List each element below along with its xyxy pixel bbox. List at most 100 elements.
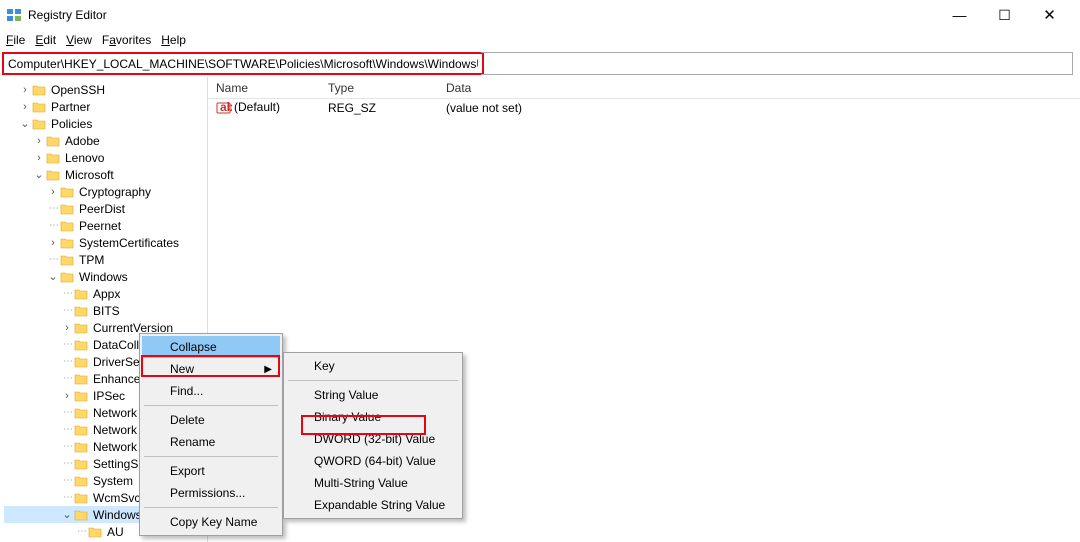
menu-item-string-value[interactable]: String Value	[286, 384, 460, 406]
menu-item-multi-string-value[interactable]: Multi-String Value	[286, 472, 460, 494]
menu-item-delete[interactable]: Delete	[142, 409, 280, 431]
folder-icon	[46, 151, 62, 165]
value-name: (Default)	[234, 100, 280, 114]
menu-item-binary-value[interactable]: Binary Value	[286, 406, 460, 428]
context-menu[interactable]: Collapse New ▶ Find... Delete Rename ExportPer…	[139, 333, 283, 536]
chevron-right-icon[interactable]: ›	[18, 84, 32, 96]
menu-item-key[interactable]: Key	[286, 355, 460, 377]
tree-item-label: SettingS	[93, 457, 138, 471]
regedit-icon	[6, 7, 22, 23]
tree-connector-icon: ⋯	[60, 441, 74, 452]
context-submenu-new[interactable]: Key String Value Binary ValueDWORD (32-bit…	[283, 352, 463, 519]
tree-item-cryptography[interactable]: ›Cryptography	[4, 183, 207, 200]
tree-item-label: DriverSe	[93, 355, 140, 369]
col-name[interactable]: Name	[208, 78, 320, 98]
tree-item-peerdist[interactable]: ⋯ PeerDist	[4, 200, 207, 217]
tree-connector-icon: ⋯	[46, 254, 60, 265]
tree-connector-icon: ⋯	[60, 373, 74, 384]
menu-help[interactable]: Help	[161, 33, 186, 47]
menu-separator	[288, 380, 458, 381]
folder-icon	[60, 236, 76, 250]
tree-item-appx[interactable]: ⋯Appx	[4, 285, 207, 302]
tree-item-openssh[interactable]: › OpenSSH	[4, 81, 207, 98]
folder-icon	[74, 423, 90, 437]
chevron-right-icon[interactable]: ›	[32, 152, 46, 164]
menu-item-copy-key-name[interactable]: Copy Key Name	[142, 511, 280, 533]
menu-item-permissions-[interactable]: Permissions...	[142, 482, 280, 504]
col-data[interactable]: Data	[438, 78, 1080, 98]
tree-item-policies[interactable]: ⌄Policies	[4, 115, 207, 132]
chevron-down-icon[interactable]: ⌄	[60, 508, 74, 521]
chevron-right-icon[interactable]: ›	[32, 135, 46, 147]
tree-item-label: System	[93, 474, 133, 488]
tree-item-label: Lenovo	[65, 151, 104, 165]
tree-item-windows[interactable]: ⌄Windows	[4, 268, 207, 285]
titlebar: Registry Editor — ☐ ✕	[0, 0, 1080, 30]
chevron-down-icon[interactable]: ⌄	[18, 117, 32, 130]
tree-item-label: Partner	[51, 100, 90, 114]
menu-item-new[interactable]: New ▶	[142, 358, 280, 380]
folder-icon	[74, 440, 90, 454]
menu-item-label: Delete	[170, 413, 205, 427]
chevron-right-icon[interactable]: ›	[46, 186, 60, 198]
menu-view[interactable]: View	[66, 33, 92, 47]
tree-item-label: OpenSSH	[51, 83, 105, 97]
tree-item-adobe[interactable]: ›Adobe	[4, 132, 207, 149]
value-type: REG_SZ	[320, 101, 438, 115]
folder-icon	[46, 168, 62, 182]
menu-item-label: Multi-String Value	[314, 476, 408, 490]
chevron-right-icon[interactable]: ›	[60, 390, 74, 402]
folder-icon	[74, 321, 90, 335]
string-value-icon: ab	[216, 100, 232, 116]
menu-item-rename[interactable]: Rename	[142, 431, 280, 453]
minimize-button[interactable]: —	[937, 1, 982, 29]
folder-icon	[74, 491, 90, 505]
maximize-button[interactable]: ☐	[982, 1, 1027, 29]
tree-connector-icon: ⋯	[60, 356, 74, 367]
tree-item-peernet[interactable]: ⋯Peernet	[4, 217, 207, 234]
menu-item-collapse[interactable]: Collapse	[142, 336, 280, 358]
menu-item-expandable-string-value[interactable]: Expandable String Value	[286, 494, 460, 516]
menu-edit[interactable]: Edit	[35, 33, 56, 47]
col-type[interactable]: Type	[320, 78, 438, 98]
menu-favorites[interactable]: Favorites	[102, 33, 151, 47]
menu-item-label: Rename	[170, 435, 215, 449]
menu-item-qword-64-bit-value[interactable]: QWORD (64-bit) Value	[286, 450, 460, 472]
tree-item-label: WcmSvc	[93, 491, 140, 505]
tree-item-label: Network	[93, 406, 137, 420]
tree-connector-icon: ⋯	[46, 203, 60, 214]
folder-icon	[74, 287, 90, 301]
submenu-arrow-icon: ▶	[264, 364, 272, 375]
tree-item-tpm[interactable]: ⋯TPM	[4, 251, 207, 268]
chevron-right-icon[interactable]: ›	[46, 237, 60, 249]
tree-connector-icon: ⋯	[60, 339, 74, 350]
folder-icon	[46, 134, 62, 148]
tree-connector-icon: ⋯	[60, 458, 74, 469]
chevron-right-icon[interactable]: ›	[60, 322, 74, 334]
menu-item-label: New	[170, 362, 194, 376]
tree-item-bits[interactable]: ⋯BITS	[4, 302, 207, 319]
tree-connector-icon: ⋯	[60, 492, 74, 503]
addressbar[interactable]	[4, 54, 482, 73]
menu-item-export[interactable]: Export	[142, 460, 280, 482]
close-button[interactable]: ✕	[1027, 1, 1072, 29]
menu-item-label: String Value	[314, 388, 378, 402]
tree-item-label: PeerDist	[79, 202, 125, 216]
window-title: Registry Editor	[28, 8, 937, 22]
tree-item-partner[interactable]: › Partner	[4, 98, 207, 115]
chevron-down-icon[interactable]: ⌄	[46, 270, 60, 283]
folder-icon	[74, 406, 90, 420]
tree-item-microsoft[interactable]: ⌄Microsoft	[4, 166, 207, 183]
chevron-down-icon[interactable]: ⌄	[32, 168, 46, 181]
menu-file[interactable]: File	[6, 33, 25, 47]
menu-item-find-[interactable]: Find...	[142, 380, 280, 402]
chevron-right-icon[interactable]: ›	[18, 101, 32, 113]
tree-item-label: Enhance	[93, 372, 140, 386]
value-data: (value not set)	[438, 101, 1080, 115]
list-row[interactable]: ab(Default) REG_SZ(value not set)	[208, 99, 1080, 117]
tree-item-label: Network	[93, 440, 137, 454]
menu-item-dword-32-bit-value[interactable]: DWORD (32-bit) Value	[286, 428, 460, 450]
tree-item-systemcertificates[interactable]: ›SystemCertificates	[4, 234, 207, 251]
tree-item-label: AU	[107, 525, 124, 539]
tree-item-lenovo[interactable]: › Lenovo	[4, 149, 207, 166]
